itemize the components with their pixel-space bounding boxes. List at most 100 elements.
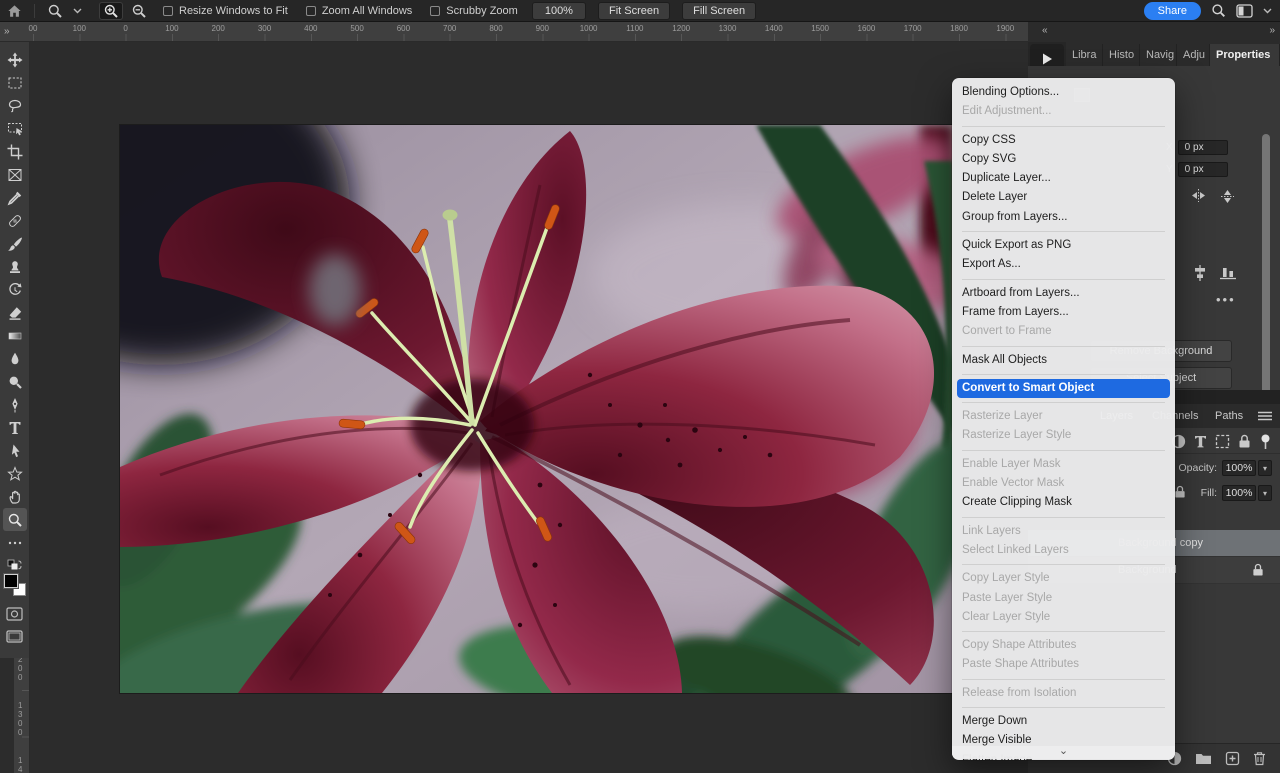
gradient-tool-icon[interactable] [3,324,27,347]
workspace-switcher-icon[interactable] [1236,4,1253,18]
menu-item-merge-down[interactable]: Merge Down [952,712,1175,731]
menu-item-artboard-from-layers[interactable]: Artboard from Layers... [952,284,1175,303]
align-left-edges-icon[interactable] [1192,265,1208,281]
menu-item-copy-svg[interactable]: Copy SVG [952,150,1175,169]
foreground-color-swatch[interactable] [4,574,18,588]
fill-chevron-icon[interactable]: ▾ [1258,485,1272,501]
tab-properties[interactable]: Properties [1210,44,1280,66]
pen-tool-icon[interactable] [3,393,27,416]
brush-tool-icon[interactable] [3,232,27,255]
layer-filtering-toggle-icon[interactable] [1259,434,1272,450]
ruler-tick-label: 1900 [996,24,1014,33]
menu-item-convert-to-smart-object[interactable]: Convert to Smart Object [957,379,1170,398]
fill-screen-button[interactable]: Fill Screen [682,2,756,20]
screen-mode-icon[interactable] [3,625,27,648]
layers-panel-menu-icon[interactable] [1258,411,1272,421]
properties-scrollbar[interactable] [1262,134,1270,410]
chevron-down-icon[interactable] [71,2,83,20]
menu-item-frame-from-layers[interactable]: Frame from Layers... [952,303,1175,322]
tab-navig[interactable]: Navig [1140,44,1177,66]
checkbox-icon[interactable] [306,6,316,16]
path-selection-tool-icon[interactable] [3,439,27,462]
collapse-panels-icon[interactable]: « [1042,25,1047,36]
menu-item-quick-export-as-png[interactable]: Quick Export as PNG [952,236,1175,255]
menu-separator [962,517,1165,518]
more-options-icon[interactable]: ••• [1216,292,1236,307]
tab-histo[interactable]: Histo [1103,44,1140,66]
clone-stamp-tool-icon[interactable] [3,255,27,278]
type-tool-icon[interactable] [3,416,27,439]
toolbar-overflow-chevron-icon[interactable]: » [4,26,9,37]
new-layer-icon[interactable] [1225,751,1240,766]
hand-tool-icon[interactable] [3,485,27,508]
ruler-tick-label: 1200 [672,24,690,33]
menu-separator [962,374,1165,375]
checkbox-scrubby-zoom[interactable]: Scrubby Zoom [430,5,518,17]
zoom-tool-icon[interactable] [3,508,27,531]
checkbox-icon[interactable] [430,6,440,16]
menu-item-copy-css[interactable]: Copy CSS [952,131,1175,150]
delete-layer-trash-icon[interactable] [1253,751,1266,766]
menu-item-export-as[interactable]: Export As... [952,255,1175,274]
blur-tool-icon[interactable] [3,347,27,370]
checkbox-icon[interactable] [163,6,173,16]
menu-item-delete-layer[interactable]: Delete Layer [952,188,1175,207]
tab-adju[interactable]: Adju [1177,44,1210,66]
layer-lock-icon[interactable] [1252,563,1264,577]
opacity-chevron-icon[interactable]: ▾ [1258,460,1272,476]
rectangular-marquee-tool-icon[interactable] [3,71,27,94]
fit-screen-button[interactable]: Fit Screen [598,2,670,20]
healing-brush-tool-icon[interactable] [3,209,27,232]
zoom-out-icon[interactable] [127,2,151,20]
lasso-tool-icon[interactable] [3,94,27,117]
dodge-tool-icon[interactable] [3,370,27,393]
flip-horizontal-icon[interactable] [1190,188,1207,203]
x-position-input[interactable]: 0 px [1178,140,1228,155]
default-colors-icon[interactable] [7,559,23,571]
menu-item-blending-options[interactable]: Blending Options... [952,83,1175,102]
quick-mask-icon[interactable] [3,602,27,625]
filter-type-layers-icon[interactable] [1194,435,1207,448]
expand-panels-icon[interactable]: » [1269,25,1274,36]
menu-item-create-clipping-mask[interactable]: Create Clipping Mask [952,493,1175,512]
chevron-down-icon[interactable] [1263,8,1272,14]
move-tool-icon[interactable] [3,48,27,71]
menu-item-mask-all-objects[interactable]: Mask All Objects [952,351,1175,370]
share-button[interactable]: Share [1144,2,1201,20]
checkbox-resize-windows-to-fit[interactable]: Resize Windows to Fit [163,5,288,17]
fill-value[interactable]: 100% [1222,485,1256,501]
y-position-input[interactable]: 0 px [1178,162,1228,177]
frame-tool-icon[interactable] [3,163,27,186]
checkbox-zoom-all-windows[interactable]: Zoom All Windows [306,5,412,17]
tab-paths[interactable]: Paths [1215,404,1243,428]
horizontal-ruler: 0010001002003004005006007008009001000110… [0,22,1028,42]
search-icon[interactable] [1211,3,1226,18]
new-group-folder-icon[interactable] [1195,752,1212,765]
eraser-tool-icon[interactable] [3,301,27,324]
menu-item-clear-layer-style: Clear Layer Style [952,608,1175,627]
align-bottom-edges-icon[interactable] [1220,265,1236,281]
zoom-tool-icon[interactable] [43,2,67,20]
filter-shape-layers-icon[interactable] [1215,434,1230,449]
zoom-in-icon[interactable] [99,2,123,20]
foreground-background-color-swatches[interactable] [4,574,26,596]
menu-item-group-from-layers[interactable]: Group from Layers... [952,208,1175,227]
flip-vertical-icon[interactable] [1220,188,1235,205]
menu-item-duplicate-layer[interactable]: Duplicate Layer... [952,169,1175,188]
lock-all-icon[interactable] [1174,485,1186,499]
menu-separator [962,679,1165,680]
filter-locked-layers-icon[interactable] [1238,434,1251,449]
zoom-percentage-input[interactable]: 100% [532,2,586,20]
home-icon[interactable] [2,2,26,20]
edit-toolbar-ellipsis-icon[interactable] [3,531,27,554]
crop-tool-icon[interactable] [3,140,27,163]
history-brush-tool-icon[interactable] [3,278,27,301]
photoshop-app: Resize Windows to Fit Zoom All Windows Scr… [0,0,1280,773]
canvas-image[interactable] [120,125,953,693]
eyedropper-tool-icon[interactable] [3,186,27,209]
object-selection-tool-icon[interactable] [3,117,27,140]
tab-libra[interactable]: Libra [1066,44,1103,66]
menu-scroll-down-icon[interactable]: ⌄ [952,746,1175,759]
custom-shape-tool-icon[interactable] [3,462,27,485]
opacity-value[interactable]: 100% [1222,460,1256,476]
